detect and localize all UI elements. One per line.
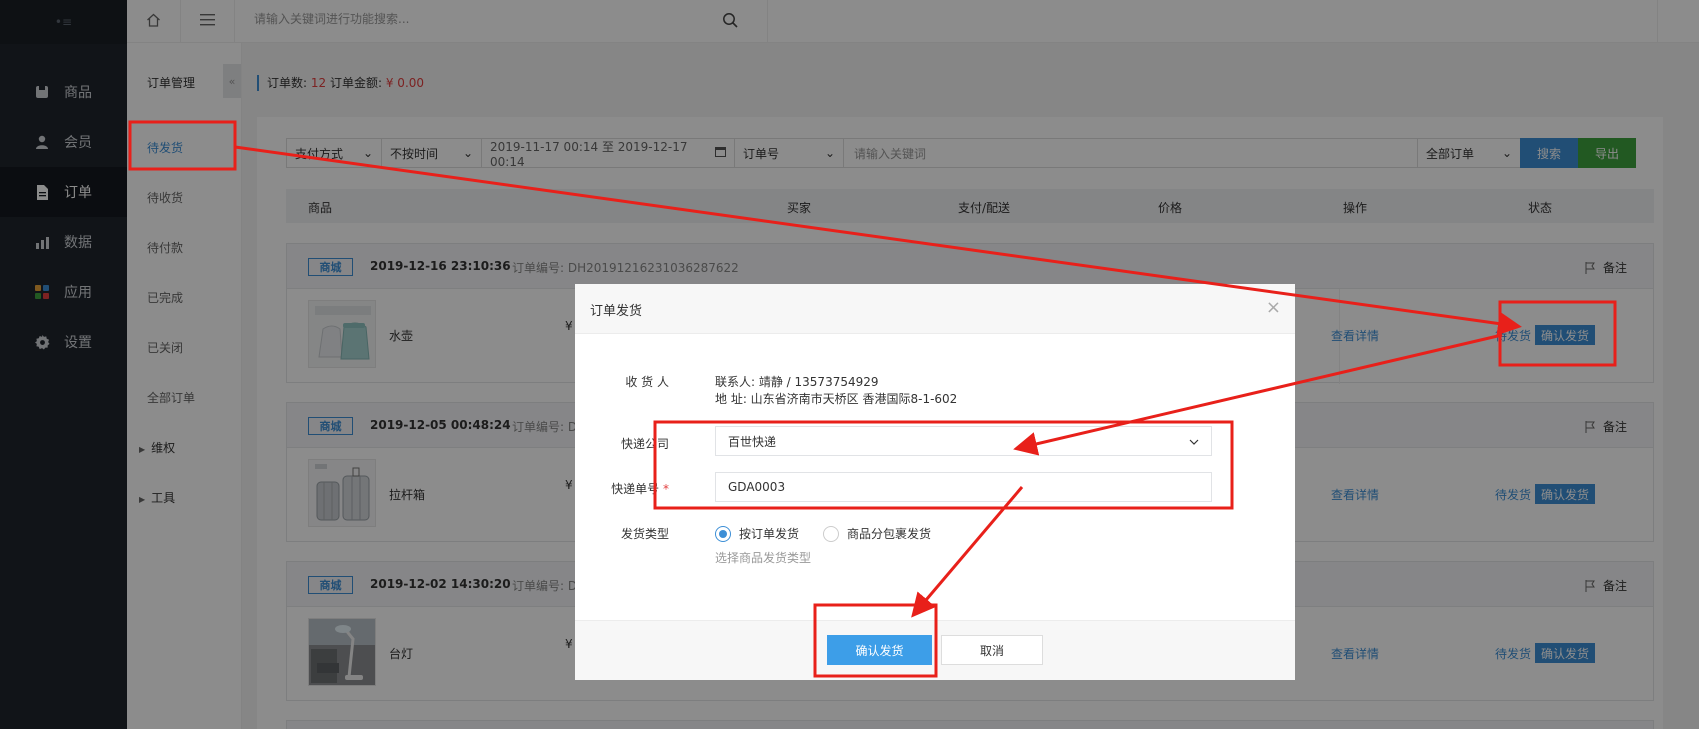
tracking-number-label-text: 快递单号 <box>611 482 660 496</box>
radio-by-order-label[interactable]: 按订单发货 <box>739 525 799 542</box>
tracking-number-input[interactable]: GDA0003 <box>715 472 1212 502</box>
tracking-number-value: GDA0003 <box>728 480 786 494</box>
tracking-number-label: 快递单号 * <box>589 480 669 497</box>
ship-type-hint: 选择商品发货类型 <box>715 551 812 565</box>
dialog-title: 订单发货 <box>590 304 643 319</box>
courier-company-value: 百世快递 <box>728 434 777 449</box>
courier-company-label: 快递公司 <box>620 437 669 451</box>
ship-order-dialog: 订单发货 × 收 货 人 联系人: 靖静 / 13573754929 地 址: … <box>575 284 1295 680</box>
required-mark: * <box>663 482 669 496</box>
receiver-label: 收 货 人 <box>625 375 669 389</box>
confirm-ship-dialog-button[interactable]: 确认发货 <box>827 635 932 665</box>
radio-by-order[interactable] <box>715 525 731 542</box>
close-icon[interactable]: × <box>1266 297 1281 318</box>
cancel-button[interactable]: 取消 <box>941 635 1043 665</box>
radio-by-package-label[interactable]: 商品分包裹发货 <box>847 525 931 542</box>
ship-type-label: 发货类型 <box>620 527 669 541</box>
ship-type-radio-group: 按订单发货 商品分包裹发货 <box>715 525 931 542</box>
courier-company-select[interactable]: 百世快递 <box>715 426 1212 456</box>
dialog-header: 订单发货 × <box>575 284 1295 334</box>
receiver-address: 地 址: 山东省济南市天桥区 香港国际8-1-602 <box>715 392 958 406</box>
chevron-down-icon <box>1189 434 1199 448</box>
receiver-contact: 联系人: 靖静 / 13573754929 <box>715 375 879 389</box>
radio-by-package[interactable] <box>823 525 840 542</box>
dialog-footer <box>575 620 1295 680</box>
